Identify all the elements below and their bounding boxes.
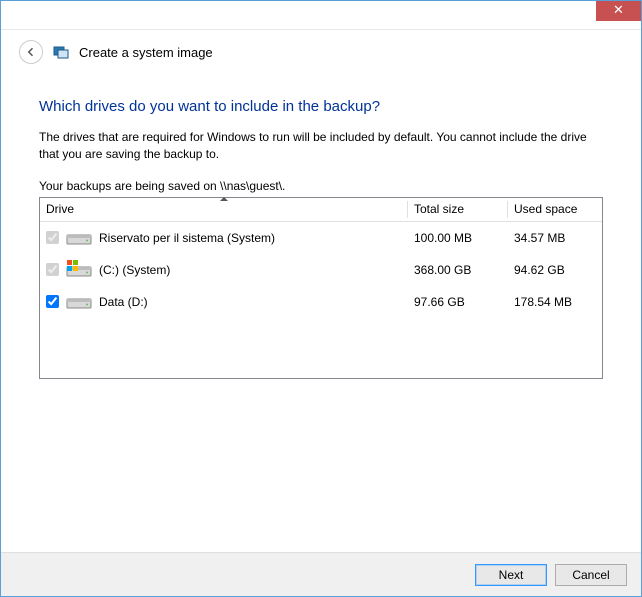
close-icon: ✕ (613, 2, 624, 17)
drive-total-size: 97.66 GB (408, 295, 508, 309)
page-title: Create a system image (79, 45, 213, 60)
drive-label: (C:) (System) (99, 263, 170, 277)
description-text: The drives that are required for Windows… (39, 129, 603, 163)
column-header-used-label: Used space (514, 202, 577, 216)
column-header-drive[interactable]: Drive (40, 198, 408, 221)
column-header-drive-label: Drive (46, 202, 74, 216)
column-header-used-space[interactable]: Used space (508, 198, 602, 221)
drive-icon (65, 227, 93, 249)
drive-system-icon (65, 259, 93, 281)
save-location-text: Your backups are being saved on \\nas\gu… (39, 179, 603, 193)
table-row[interactable]: Riservato per il sistema (System) 100.00 … (40, 222, 602, 254)
drive-used-space: 178.54 MB (508, 295, 602, 309)
sort-ascending-icon (220, 197, 228, 201)
drive-checkbox (46, 231, 59, 244)
column-header-total-size[interactable]: Total size (408, 198, 508, 221)
drive-icon (65, 291, 93, 313)
close-button[interactable]: ✕ (596, 1, 641, 21)
app-icon (53, 44, 69, 60)
drive-checkbox (46, 263, 59, 276)
drive-used-space: 34.57 MB (508, 231, 602, 245)
back-button[interactable] (19, 40, 43, 64)
cancel-button[interactable]: Cancel (555, 564, 627, 586)
drive-checkbox[interactable] (46, 295, 59, 308)
column-header-total-label: Total size (414, 202, 464, 216)
drive-label: Riservato per il sistema (System) (99, 231, 275, 245)
main-heading: Which drives do you want to include in t… (39, 98, 603, 115)
drive-total-size: 100.00 MB (408, 231, 508, 245)
arrow-left-icon (25, 46, 37, 58)
drive-label: Data (D:) (99, 295, 148, 309)
drive-used-space: 94.62 GB (508, 263, 602, 277)
table-row[interactable]: (C:) (System) 368.00 GB94.62 GB (40, 254, 602, 286)
next-button[interactable]: Next (475, 564, 547, 586)
drive-total-size: 368.00 GB (408, 263, 508, 277)
table-row[interactable]: Data (D:) 97.66 GB178.54 MB (40, 286, 602, 318)
drives-table: Drive Total size Used space Riservato pe… (39, 197, 603, 379)
